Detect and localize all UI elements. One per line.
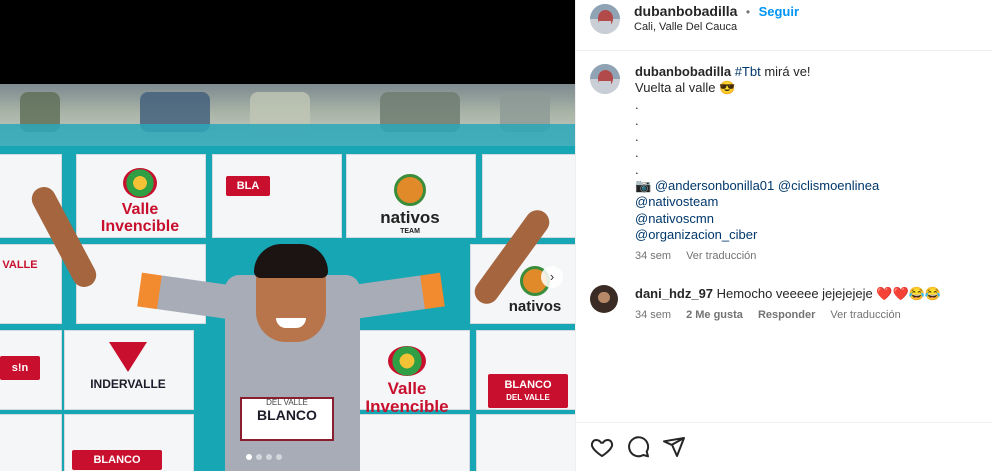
caption-avatar[interactable]: [590, 64, 620, 94]
post-location[interactable]: Cali, Valle Del Cauca: [634, 21, 737, 33]
caption-dot: .: [635, 161, 639, 177]
mention-link[interactable]: @organizacion_ciber: [635, 227, 985, 243]
carousel-dot: [266, 454, 272, 460]
author-username[interactable]: dubanbobadilla: [634, 3, 737, 19]
heart-icon[interactable]: [590, 435, 614, 459]
caption-text: mirá ve!: [760, 64, 811, 79]
mention-link[interactable]: @nativoscmn: [635, 211, 985, 227]
valle-side-logo: VALLE: [2, 259, 38, 271]
post-actions: [576, 422, 992, 472]
jersey-sponsor-logo: DEL VALLE BLANCO: [240, 397, 334, 441]
blanco-del-valle-logo-2: BLANCO: [72, 450, 162, 471]
post-header: dubanbobadilla • Seguir Cali, Valle Del …: [576, 0, 992, 51]
share-icon[interactable]: [662, 435, 686, 459]
caption-dot: .: [635, 96, 639, 112]
caption-line-2: Vuelta al valle 😎: [635, 80, 736, 96]
mention-link[interactable]: @ciclismoenlinea: [778, 178, 879, 193]
camera-icon: 📷: [635, 178, 652, 194]
post-caption: dubanbobadilla #Tbt mirá ve! Vuelta al v…: [635, 64, 985, 243]
carousel-dot: [256, 454, 262, 460]
carousel-dots: [246, 454, 282, 460]
blanco-del-valle-logo: BLANCO DEL VALLE: [488, 374, 568, 409]
valle-invencible-logo: Valle Invencible: [80, 168, 200, 236]
logo-delvalle-text: DEL VALLE: [506, 393, 550, 403]
post-media: Valle Invencible nativos TEAM nativos BL…: [0, 0, 575, 471]
commenter-avatar[interactable]: [590, 285, 618, 313]
post-sidebar: dubanbobadilla • Seguir Cali, Valle Del …: [575, 0, 992, 471]
mention-link[interactable]: @andersonbonilla01: [655, 178, 774, 193]
caption-username[interactable]: dubanbobadilla: [635, 64, 731, 79]
caption-dot: .: [635, 129, 639, 145]
blanco-logo: BLA: [226, 176, 270, 197]
carousel-dot: [276, 454, 282, 460]
caption-hashtag[interactable]: #Tbt: [735, 64, 761, 79]
logo-valle-text: Valle: [121, 201, 159, 218]
caption-time[interactable]: 34 sem: [635, 250, 671, 262]
comment-time[interactable]: 34 sem: [635, 309, 671, 321]
carousel-next-button[interactable]: ›: [541, 266, 563, 288]
comment-meta: 34 sem 2 Me gusta Responder Ver traducci…: [635, 309, 901, 321]
carousel-dot: [246, 454, 252, 460]
logo-nativos-text-2: nativos: [508, 298, 562, 315]
caption-dot: .: [635, 112, 639, 128]
author-avatar[interactable]: [590, 4, 620, 34]
side-logo: s!n: [0, 356, 40, 381]
comment-translate[interactable]: Ver traducción: [830, 309, 900, 321]
logo-nativos-text: nativos: [380, 208, 440, 227]
chevron-right-icon: ›: [549, 269, 555, 284]
caption-dot: .: [635, 145, 639, 161]
comment-likes[interactable]: 2 Me gusta: [686, 309, 743, 321]
logo-blanco-text-2: BLANCO: [93, 454, 141, 466]
caption-meta: 34 sem Ver traducción: [635, 250, 756, 262]
comment-reply-button[interactable]: Responder: [758, 309, 815, 321]
post-photo: Valle Invencible nativos TEAM nativos BL…: [0, 84, 575, 471]
comment-icon[interactable]: [626, 435, 650, 459]
commenter-username[interactable]: dani_hdz_97: [635, 286, 713, 301]
caption-translate[interactable]: Ver traducción: [686, 250, 756, 262]
comment: dani_hdz_97 Hemocho veeeee jejejejeje ❤️…: [635, 286, 985, 302]
separator-dot: •: [745, 5, 751, 19]
rider-hair: [254, 244, 328, 278]
logo-blanco-text: BLANCO: [504, 379, 552, 391]
mention-link[interactable]: @nativosteam: [635, 194, 985, 210]
nativos-logo: nativos TEAM: [360, 174, 460, 235]
jersey-sponsor-text: BLANCO: [257, 406, 317, 423]
follow-button[interactable]: Seguir: [759, 4, 799, 19]
logo-nativos-team-text: TEAM: [400, 228, 420, 235]
logo-invencible-text: Invencible: [100, 217, 180, 235]
comment-text: Hemocho veeeee jejejejeje ❤️❤️😂😂: [716, 286, 942, 301]
